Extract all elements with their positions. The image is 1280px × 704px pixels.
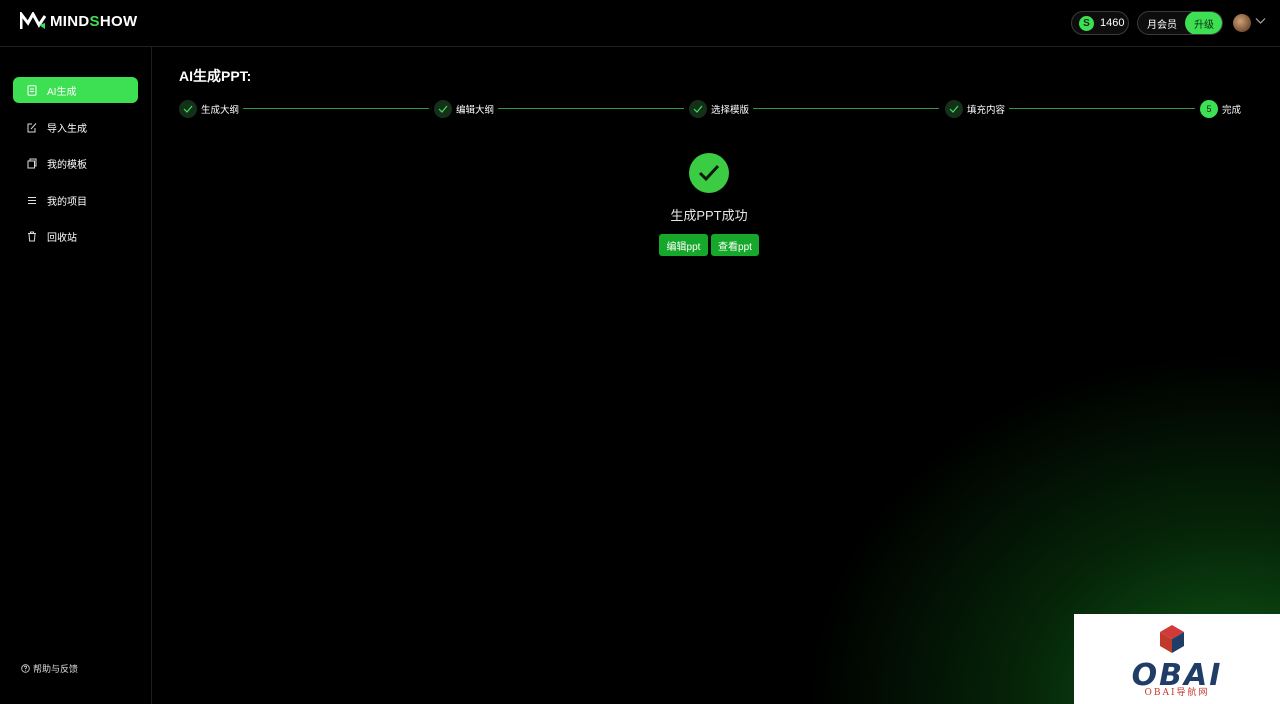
sidebar-item-ai-generate[interactable]: AI生成 <box>13 77 138 103</box>
step-label: 选择模版 <box>711 105 750 116</box>
upgrade-button[interactable]: 升级 <box>1185 12 1222 34</box>
step-connector <box>1009 108 1195 109</box>
success-check-icon <box>689 153 729 193</box>
step-outline: 生成大纲 <box>179 99 239 119</box>
avatar[interactable] <box>1233 14 1251 32</box>
watermark-logo: OBAI OBAI导航网 <box>1074 614 1280 704</box>
step-complete: 5 完成 <box>1200 99 1241 119</box>
member-label: 月会员 <box>1147 19 1177 31</box>
document-icon <box>27 84 37 96</box>
sidebar-item-import[interactable]: 导入生成 <box>13 114 138 140</box>
template-icon <box>27 158 37 168</box>
help-feedback-link[interactable]: 帮助与反馈 <box>21 662 78 675</box>
success-message: 生成PPT成功 <box>670 208 748 223</box>
step-label: 填充内容 <box>967 105 1006 116</box>
page-title: AI生成PPT: <box>179 68 252 84</box>
step-label: 完成 <box>1222 105 1242 116</box>
step-connector <box>498 108 684 109</box>
sidebar-item-label: 我的项目 <box>47 196 87 208</box>
help-label: 帮助与反馈 <box>33 664 79 674</box>
coin-balance[interactable]: S 1460 <box>1071 11 1129 35</box>
coin-count: 1460 <box>1100 17 1125 29</box>
coin-icon: S <box>1079 15 1094 31</box>
sidebar-item-templates[interactable]: 我的模板 <box>13 150 138 176</box>
sidebar-item-label: 我的模板 <box>47 159 87 171</box>
check-icon <box>689 100 707 118</box>
step-connector <box>243 108 429 109</box>
membership-pill: 月会员 升级 <box>1137 11 1223 35</box>
view-ppt-button[interactable]: 查看ppt <box>711 234 759 256</box>
sidebar-item-projects[interactable]: 我的项目 <box>13 187 138 213</box>
question-icon <box>21 664 30 673</box>
step-fill-content: 填充内容 <box>945 99 1005 119</box>
sidebar: AI生成 导入生成 我的模板 我的项目 回收站 帮助与反馈 <box>0 47 152 704</box>
logo[interactable]: MINDSHOW <box>20 12 137 30</box>
logo-text: MINDSHOW <box>50 12 138 30</box>
watermark-subtitle: OBAI导航网 <box>1144 688 1210 698</box>
sidebar-item-label: 回收站 <box>47 232 77 244</box>
chevron-down-icon[interactable] <box>1255 17 1266 25</box>
step-choose-template: 选择模版 <box>689 99 749 119</box>
cube-icon <box>1160 625 1184 653</box>
logo-mark-icon <box>20 12 46 29</box>
check-icon <box>179 100 197 118</box>
edit-ppt-button[interactable]: 编辑ppt <box>659 234 708 256</box>
edit-icon <box>27 122 37 132</box>
top-bar: MINDSHOW S 1460 月会员 升级 <box>0 0 1280 47</box>
step-label: 编辑大纲 <box>456 105 495 116</box>
sidebar-item-label: 导入生成 <box>47 123 87 135</box>
trash-icon <box>28 231 36 241</box>
check-icon <box>945 100 963 118</box>
sidebar-item-label: AI生成 <box>47 86 77 98</box>
check-icon <box>434 100 452 118</box>
step-connector <box>753 108 939 109</box>
step-number: 5 <box>1200 100 1218 118</box>
sidebar-item-trash[interactable]: 回收站 <box>13 223 138 249</box>
step-edit-outline: 编辑大纲 <box>434 99 494 119</box>
progress-steps: 生成大纲 编辑大纲 选择模版 填充内容 5 完成 <box>179 99 1249 119</box>
step-label: 生成大纲 <box>201 105 240 116</box>
list-icon <box>28 196 36 204</box>
